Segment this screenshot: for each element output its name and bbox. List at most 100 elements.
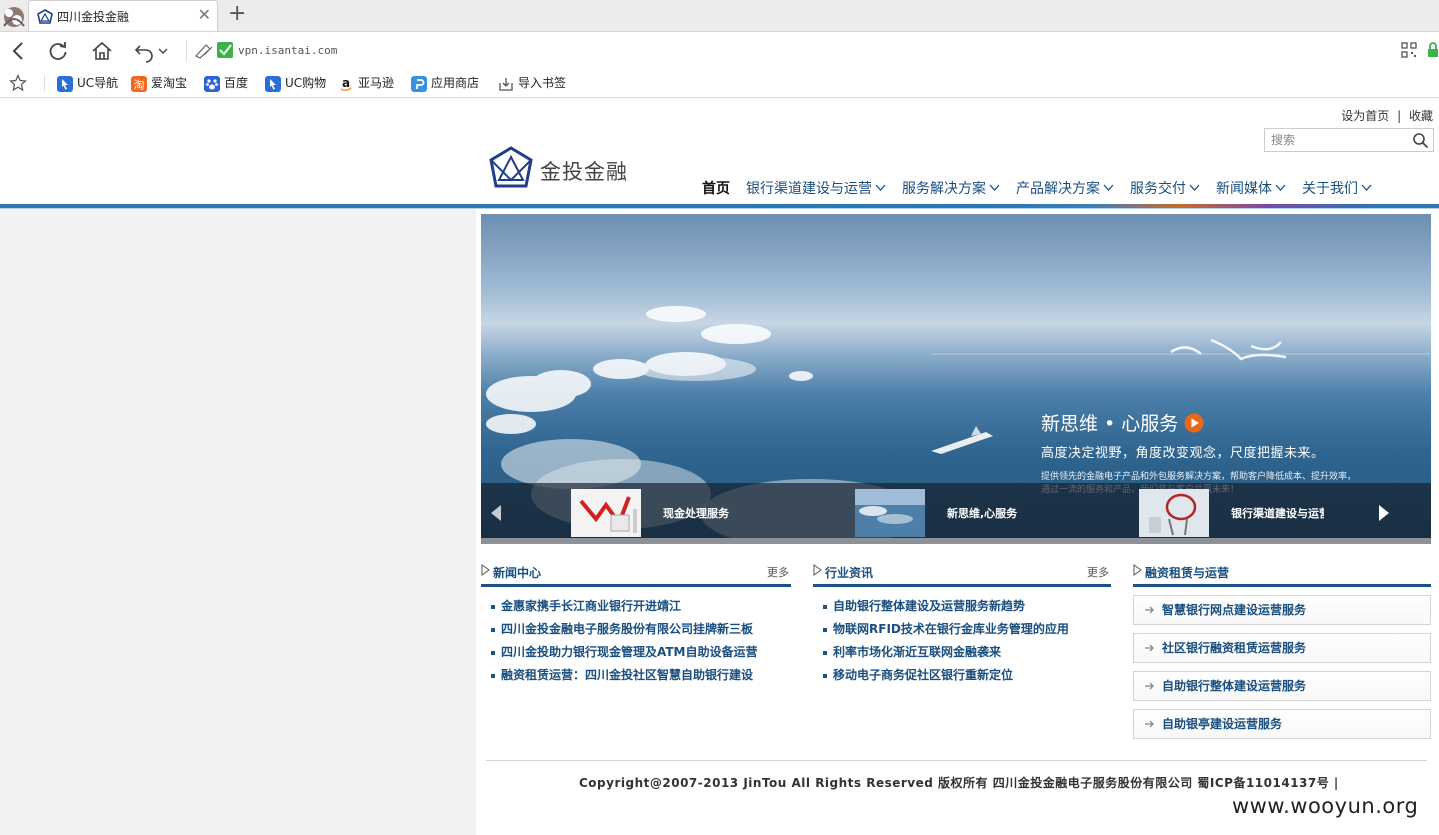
news-center-section: 新闻中心 更多 金惠家携手长江商业银行开进靖江 四川金投金融电子服务股份有限公司… xyxy=(481,560,791,687)
banner-thumbnail-strip: 现金处理服务 新思维,心服务 银行渠道建设与运营 xyxy=(481,483,1431,543)
arrow-right-icon xyxy=(1145,644,1154,652)
tab-title: 四川金投金融 xyxy=(57,10,130,24)
watermark-text: www.wooyun.org xyxy=(1232,794,1419,818)
chevron-down-icon xyxy=(1103,184,1114,191)
news-list: 金惠家携手长江商业银行开进靖江 四川金投金融电子服务股份有限公司挂牌新三板 四川… xyxy=(481,595,791,687)
nav-product-solutions[interactable]: 产品解决方案 xyxy=(1016,178,1122,198)
bookmark-amazon[interactable]: a 亚马逊 xyxy=(338,75,394,92)
leasing-title: 融资租赁与运营 xyxy=(1145,566,1230,580)
section-marker-icon xyxy=(481,564,490,576)
section-marker-icon xyxy=(813,564,822,576)
thumb-label-new-thinking[interactable]: 新思维,心服务 xyxy=(947,505,1057,521)
home-icon[interactable] xyxy=(89,38,115,64)
list-item[interactable]: 融资租赁运营：四川金投社区智慧自助银行建设 xyxy=(481,664,791,687)
play-icon[interactable] xyxy=(1184,413,1204,433)
import-bookmarks-icon xyxy=(499,77,513,91)
web-page: 设为首页 | 收藏 金投金融 首页 银行渠道建设与运营 服务解决方案 产品解决方… xyxy=(0,98,1439,835)
browser-tab-active[interactable]: 四川金投金融 ✕ xyxy=(28,0,218,31)
taobao-icon: 淘 xyxy=(131,75,147,92)
logo-text[interactable]: 金投金融 xyxy=(540,156,628,186)
thumb-cash-service[interactable] xyxy=(571,489,641,537)
bookmark-import[interactable]: 导入书签 xyxy=(498,75,566,92)
service-item[interactable]: 社区银行融资租赁运营服务 xyxy=(1133,633,1431,663)
search-input[interactable] xyxy=(1265,129,1417,151)
news-center-title: 新闻中心 xyxy=(493,566,542,580)
nav-service-delivery[interactable]: 服务交付 xyxy=(1130,178,1208,198)
service-item[interactable]: 自助银行整体建设运营服务 xyxy=(1133,671,1431,701)
bookmark-aitaobao[interactable]: 淘 爱淘宝 xyxy=(131,75,187,92)
new-tab-icon[interactable]: + xyxy=(228,1,246,27)
browser-tabbar: 四川金投金融 ✕ + xyxy=(0,0,1439,32)
nav-about-us[interactable]: 关于我们 xyxy=(1302,178,1380,198)
hero-banner[interactable]: 新思维 • 心服务 高度决定视野，角度改变观念，尺度把握未来。 提供领先的金融电… xyxy=(481,214,1431,544)
search-icon[interactable] xyxy=(1412,132,1429,149)
arrow-right-icon xyxy=(1145,720,1154,728)
nav-home[interactable]: 首页 xyxy=(702,178,738,198)
banner-title: 新思维 • 心服务 xyxy=(1041,413,1179,435)
top-links-separator: | xyxy=(1397,109,1402,123)
service-item[interactable]: 智慧银行网点建设运营服务 xyxy=(1133,595,1431,625)
site-favicon-icon xyxy=(37,9,53,24)
thumb-label-bank-channel[interactable]: 银行渠道建设与运营 xyxy=(1231,505,1324,521)
bookmark-baidu[interactable]: 百度 xyxy=(204,75,248,92)
bookmark-uc-shopping[interactable]: UC购物 xyxy=(265,75,326,92)
browser-toolbar: vpn.isantai.com xyxy=(0,32,1439,70)
chevron-down-icon xyxy=(1275,184,1286,191)
lock-icon[interactable] xyxy=(1427,42,1439,58)
nav-bank-channel[interactable]: 银行渠道建设与运营 xyxy=(746,178,894,198)
svg-text:淘: 淘 xyxy=(134,78,145,91)
news-more-link[interactable]: 更多 xyxy=(767,564,789,580)
list-item[interactable]: 四川金投助力银行现金管理及ATM自助设备运营 xyxy=(481,641,791,664)
undo-close-icon[interactable] xyxy=(132,38,158,64)
thumb-new-thinking[interactable] xyxy=(855,489,925,537)
list-item[interactable]: 物联网RFID技术在银行金库业务管理的应用 xyxy=(813,618,1111,641)
service-item[interactable]: 自助银亭建设运营服务 xyxy=(1133,709,1431,739)
list-item[interactable]: 移动电子商务促社区银行重新定位 xyxy=(813,664,1111,687)
banner-subtitle: 高度决定视野，角度改变观念，尺度把握未来。 xyxy=(1041,446,1325,461)
set-homepage-link[interactable]: 设为首页 xyxy=(1341,109,1389,123)
carousel-next-icon[interactable] xyxy=(1377,503,1391,523)
qr-code-icon[interactable] xyxy=(1401,42,1417,58)
industry-list: 自助银行整体建设及运营服务新趋势 物联网RFID技术在银行金库业务管理的应用 利… xyxy=(813,595,1111,687)
bookmark-uc-nav[interactable]: UC导航 xyxy=(57,75,118,92)
back-icon[interactable] xyxy=(6,38,32,64)
close-tab-icon[interactable]: ✕ xyxy=(198,5,211,25)
chevron-down-icon xyxy=(1361,184,1372,191)
secure-connection-icon[interactable] xyxy=(194,41,236,59)
bookmark-star-icon[interactable] xyxy=(9,74,27,92)
nav-news-media[interactable]: 新闻媒体 xyxy=(1216,178,1294,198)
list-item[interactable]: 金惠家携手长江商业银行开进靖江 xyxy=(481,595,791,618)
industry-news-section: 行业资讯 更多 自助银行整体建设及运营服务新趋势 物联网RFID技术在银行金库业… xyxy=(813,560,1111,687)
bookmarks-bar: UC导航 淘 爱淘宝 百度 UC购物 a 亚马逊 应用商店 导入书签 xyxy=(0,70,1439,98)
reload-icon[interactable] xyxy=(45,38,71,64)
address-bar-url[interactable]: vpn.isantai.com xyxy=(238,44,337,57)
industry-more-link[interactable]: 更多 xyxy=(1087,564,1109,580)
list-item[interactable]: 利率市场化渐近互联网金融袭来 xyxy=(813,641,1111,664)
site-search xyxy=(1264,128,1434,152)
jintou-logo-icon[interactable] xyxy=(488,146,534,192)
uc-browser-logo-icon[interactable] xyxy=(0,2,28,30)
bookmark-app-store[interactable]: 应用商店 xyxy=(411,75,479,92)
list-item[interactable]: 四川金投金融电子服务股份有限公司挂牌新三板 xyxy=(481,618,791,641)
amazon-icon: a xyxy=(340,76,352,91)
uc-nav-icon xyxy=(57,75,73,92)
thumb-label-cash-service[interactable]: 现金处理服务 xyxy=(663,505,773,521)
chevron-down-icon xyxy=(1189,184,1200,191)
leasing-operations-section: 融资租赁与运营 智慧银行网点建设运营服务 社区银行融资租赁运营服务 自助银行整体… xyxy=(1133,560,1431,739)
app-store-icon xyxy=(411,75,427,92)
arrow-right-icon xyxy=(1145,682,1154,690)
chevron-down-icon[interactable] xyxy=(156,38,170,64)
top-links: 设为首页 | 收藏 xyxy=(1339,107,1435,124)
chevron-down-icon xyxy=(875,184,886,191)
chevron-down-icon xyxy=(989,184,1000,191)
thumb-bank-channel[interactable] xyxy=(1139,489,1209,537)
arrow-right-icon xyxy=(1145,606,1154,614)
list-item[interactable]: 自助银行整体建设及运营服务新趋势 xyxy=(813,595,1111,618)
svg-text:a: a xyxy=(342,76,350,90)
favorite-link[interactable]: 收藏 xyxy=(1409,109,1433,123)
uc-shopping-icon xyxy=(265,75,281,92)
nav-service-solutions[interactable]: 服务解决方案 xyxy=(902,178,1008,198)
section-marker-icon xyxy=(1133,564,1142,576)
baidu-paw-icon xyxy=(204,75,220,92)
carousel-prev-icon[interactable] xyxy=(489,503,503,523)
